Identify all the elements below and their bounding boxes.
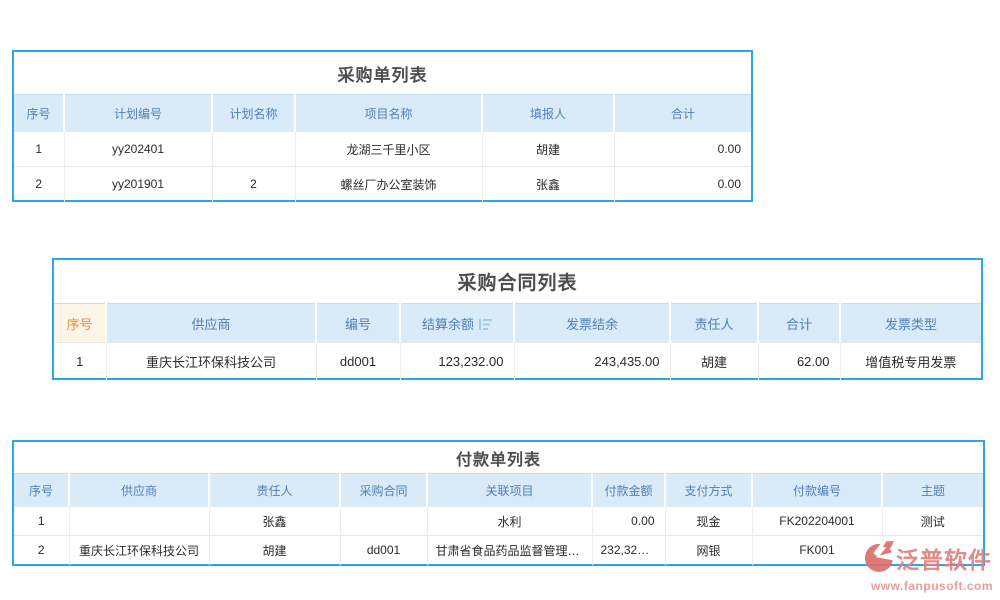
page-title: 采购单列表 [14, 52, 751, 94]
cell-total: 0.00 [614, 132, 751, 167]
column-header-serial: 序号 [54, 304, 106, 343]
column-header-payment-number: 付款编号 [752, 474, 882, 507]
header-row: 序号 供应商 责任人 采购合同 关联项目 付款金额 支付方式 付款编号 主题 [14, 474, 983, 507]
cell-responsible: 胡建 [670, 343, 758, 381]
fanpu-logo-icon [864, 541, 894, 578]
cell-supplier: 重庆长江环保科技公司 [69, 536, 209, 565]
cell-supplier [69, 507, 209, 536]
page-title: 采购合同列表 [54, 260, 981, 303]
purchase-contract-table: 序号 供应商 编号 结算余额 发票结余 责任人 合计 发票类型 1 重庆长江环保… [54, 303, 981, 381]
cell-settlement-balance: 123,232.00 [400, 343, 514, 381]
header-row: 序号 计划编号 计划名称 项目名称 填报人 合计 [14, 95, 751, 132]
cell-invoice-balance: 243,435.00 [514, 343, 670, 381]
cell-total: 0.00 [614, 167, 751, 202]
column-header-payment-method: 支付方式 [665, 474, 752, 507]
cell-serial: 2 [14, 536, 69, 565]
cell-related-project: 水利 [427, 507, 592, 536]
column-header-serial: 序号 [14, 95, 64, 132]
cell-filler: 张鑫 [482, 167, 614, 202]
column-header-supplier: 供应商 [69, 474, 209, 507]
watermark-brand: 泛普软件 [896, 545, 992, 575]
cell-responsible: 胡建 [209, 536, 340, 565]
cell-purchase-contract: dd001 [340, 536, 427, 565]
column-header-invoice-type: 发票类型 [840, 304, 981, 343]
cell-subject: 测试 [882, 507, 983, 536]
cell-purchase-contract [340, 507, 427, 536]
cell-plan-number: yy202401 [64, 132, 212, 167]
cell-payment-amount: 232,324.00 [592, 536, 665, 565]
cell-filler: 胡建 [482, 132, 614, 167]
cell-payment-amount: 0.00 [592, 507, 665, 536]
sort-amount-icon[interactable] [479, 318, 492, 333]
table-row[interactable]: 2 yy201901 2 螺丝厂办公室装饰 张鑫 0.00 [14, 167, 751, 202]
vendor-watermark: 泛普软件 www.fanpusoft.com [864, 541, 1000, 593]
cell-plan-name [212, 132, 295, 167]
column-header-related-project: 关联项目 [427, 474, 592, 507]
purchase-order-list-panel: 采购单列表 序号 计划编号 计划名称 项目名称 填报人 合计 1 yy20240… [12, 50, 753, 202]
column-header-label: 结算余额 [422, 317, 474, 332]
header-row: 序号 供应商 编号 结算余额 发票结余 责任人 合计 发票类型 [54, 304, 981, 343]
page-title: 付款单列表 [14, 442, 983, 473]
column-header-subject: 主题 [882, 474, 983, 507]
cell-serial: 2 [14, 167, 64, 202]
table-row[interactable]: 2 重庆长江环保科技公司 胡建 dd001 甘肃省食品药品监督管理局... 23… [14, 536, 983, 565]
cell-project-name: 螺丝厂办公室装饰 [295, 167, 482, 202]
cell-payment-number: FK202204001 [752, 507, 882, 536]
cell-invoice-type: 增值税专用发票 [840, 343, 981, 381]
column-header-number: 编号 [316, 304, 400, 343]
column-header-total: 合计 [758, 304, 840, 343]
cell-project-name: 龙湖三千里小区 [295, 132, 482, 167]
column-header-filler: 填报人 [482, 95, 614, 132]
column-header-supplier: 供应商 [106, 304, 316, 343]
column-header-settlement-balance[interactable]: 结算余额 [400, 304, 514, 343]
cell-responsible: 张鑫 [209, 507, 340, 536]
table-row[interactable]: 1 张鑫 水利 0.00 现金 FK202204001 测试 [14, 507, 983, 536]
column-header-total: 合计 [614, 95, 751, 132]
watermark-url: www.fanpusoft.com [864, 579, 1000, 593]
purchase-contract-list-panel: 采购合同列表 序号 供应商 编号 结算余额 发票结余 责任人 合计 发票类型 1… [52, 258, 983, 380]
cell-payment-method: 现金 [665, 507, 752, 536]
cell-serial: 1 [14, 132, 64, 167]
payment-order-list-panel: 付款单列表 序号 供应商 责任人 采购合同 关联项目 付款金额 支付方式 付款编… [12, 440, 985, 566]
payment-order-table: 序号 供应商 责任人 采购合同 关联项目 付款金额 支付方式 付款编号 主题 1… [14, 473, 983, 565]
cell-number: dd001 [316, 343, 400, 381]
column-header-payment-amount: 付款金额 [592, 474, 665, 507]
purchase-order-table: 序号 计划编号 计划名称 项目名称 填报人 合计 1 yy202401 龙湖三千… [14, 94, 751, 202]
column-header-responsible: 责任人 [209, 474, 340, 507]
cell-related-project: 甘肃省食品药品监督管理局... [427, 536, 592, 565]
cell-supplier: 重庆长江环保科技公司 [106, 343, 316, 381]
table-row[interactable]: 1 yy202401 龙湖三千里小区 胡建 0.00 [14, 132, 751, 167]
cell-serial: 1 [14, 507, 69, 536]
column-header-plan-number: 计划编号 [64, 95, 212, 132]
column-header-plan-name: 计划名称 [212, 95, 295, 132]
cell-serial: 1 [54, 343, 106, 381]
cell-plan-number: yy201901 [64, 167, 212, 202]
column-header-responsible: 责任人 [670, 304, 758, 343]
table-row[interactable]: 1 重庆长江环保科技公司 dd001 123,232.00 243,435.00… [54, 343, 981, 381]
cell-total: 62.00 [758, 343, 840, 381]
cell-payment-number: FK001 [752, 536, 882, 565]
column-header-serial: 序号 [14, 474, 69, 507]
column-header-purchase-contract: 采购合同 [340, 474, 427, 507]
column-header-project-name: 项目名称 [295, 95, 482, 132]
cell-payment-method: 网银 [665, 536, 752, 565]
cell-plan-name: 2 [212, 167, 295, 202]
column-header-invoice-balance: 发票结余 [514, 304, 670, 343]
